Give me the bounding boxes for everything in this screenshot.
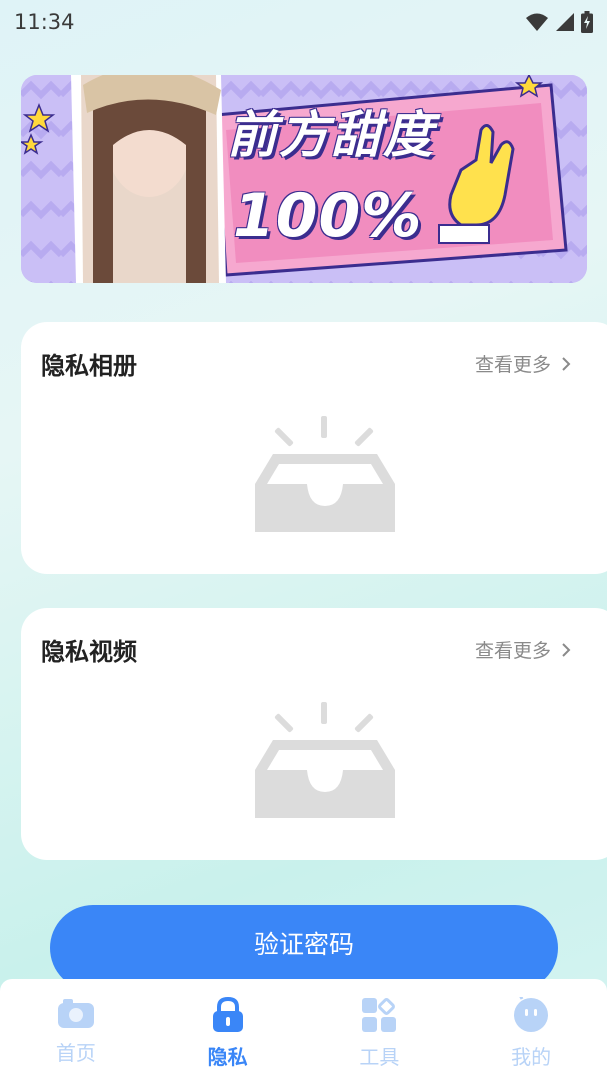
nav-label-privacy: 隐私 [207,1045,248,1069]
chevron-right-icon [562,642,571,657]
wifi-icon [526,13,548,31]
bottom-nav: 首页 隐私 工具 我的 [0,979,607,1080]
profile-face-icon [514,997,549,1032]
banner-title-line2: 100% [233,181,423,251]
nav-item-privacy[interactable]: 隐私 [152,979,304,1080]
nav-label-home: 首页 [55,1041,96,1065]
private-video-view-more[interactable]: 查看更多 [475,636,571,663]
chevron-right-icon [562,356,571,371]
status-time: 11:34 [14,10,75,34]
battery-icon [581,11,593,33]
nav-item-home[interactable]: 首页 [0,979,152,1080]
private-album-title: 隐私相册 [41,352,137,380]
private-video-title: 隐私视频 [41,638,137,666]
status-bar: 11:34 [0,0,607,44]
nav-label-tools: 工具 [359,1045,400,1069]
view-more-label: 查看更多 [475,354,552,376]
private-album-view-more[interactable]: 查看更多 [475,350,571,377]
private-album-card: 隐私相册 查看更多 [21,322,607,574]
banner-title-line1: 前方甜度 [227,106,435,164]
nav-item-profile[interactable]: 我的 [455,979,607,1080]
empty-inbox-icon [255,702,395,818]
status-icons [525,11,593,33]
private-video-card: 隐私视频 查看更多 [21,608,607,860]
tools-grid-icon [362,998,397,1032]
nav-label-profile: 我的 [511,1045,552,1069]
nav-item-tools[interactable]: 工具 [304,979,456,1080]
camera-icon [57,999,94,1028]
lock-icon [212,997,243,1032]
view-more-label: 查看更多 [475,640,552,662]
promo-banner[interactable]: 前方甜度 100% [21,75,587,283]
cell-signal-icon [556,13,574,31]
empty-inbox-icon [255,416,395,532]
